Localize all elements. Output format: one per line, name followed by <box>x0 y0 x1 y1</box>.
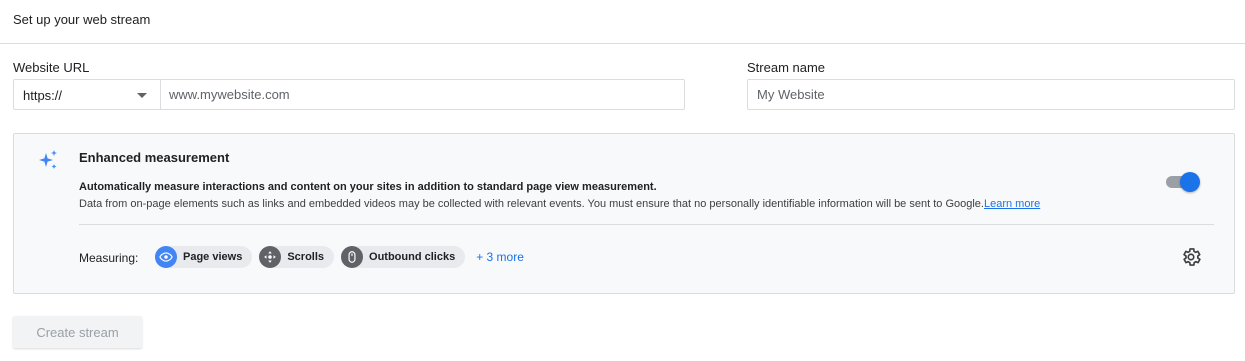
stream-name-input[interactable] <box>747 79 1235 110</box>
measuring-chips: Page views Scrolls Outbound clicks + 3 m… <box>155 246 524 268</box>
chip-page-views: Page views <box>155 246 253 268</box>
scroll-icon <box>259 246 282 268</box>
chip-outbound-clicks: Outbound clicks <box>341 246 466 268</box>
chevron-down-icon <box>137 93 147 98</box>
enhanced-measurement-title: Enhanced measurement <box>79 150 230 165</box>
website-url-label: Website URL <box>13 60 90 75</box>
chip-label: Page views <box>183 251 243 263</box>
eye-icon <box>155 246 177 268</box>
mouse-icon <box>341 246 364 268</box>
more-link[interactable]: + 3 more <box>476 250 524 264</box>
toggle-thumb <box>1180 172 1200 192</box>
protocol-select[interactable]: https:// <box>14 80 161 109</box>
enhanced-measurement-note: Data from on-page elements such as links… <box>79 198 1040 210</box>
web-stream-setup: Set up your web stream Website URL https… <box>0 0 1245 361</box>
website-url-input[interactable] <box>161 80 684 109</box>
header: Set up your web stream <box>0 0 1245 44</box>
sparkle-icon <box>39 150 57 169</box>
create-stream-button[interactable]: Create stream <box>13 316 142 348</box>
measuring-label: Measuring: <box>79 251 139 265</box>
page-title: Set up your web stream <box>13 12 151 27</box>
enhanced-measurement-description: Automatically measure interactions and c… <box>79 181 657 193</box>
stream-name-label: Stream name <box>747 60 826 75</box>
website-url-group: https:// <box>13 79 685 110</box>
divider <box>79 224 1214 225</box>
chip-label: Outbound clicks <box>369 251 456 263</box>
enhanced-measurement-card: Enhanced measurement Automatically measu… <box>13 133 1235 294</box>
learn-more-link[interactable]: Learn more <box>984 198 1040 210</box>
enhanced-measurement-toggle[interactable] <box>1166 172 1200 192</box>
chip-scrolls: Scrolls <box>259 246 335 268</box>
chip-label: Scrolls <box>287 251 325 263</box>
gear-icon[interactable] <box>1180 246 1202 268</box>
note-text: Data from on-page elements such as links… <box>79 198 984 210</box>
protocol-value: https:// <box>23 88 63 103</box>
